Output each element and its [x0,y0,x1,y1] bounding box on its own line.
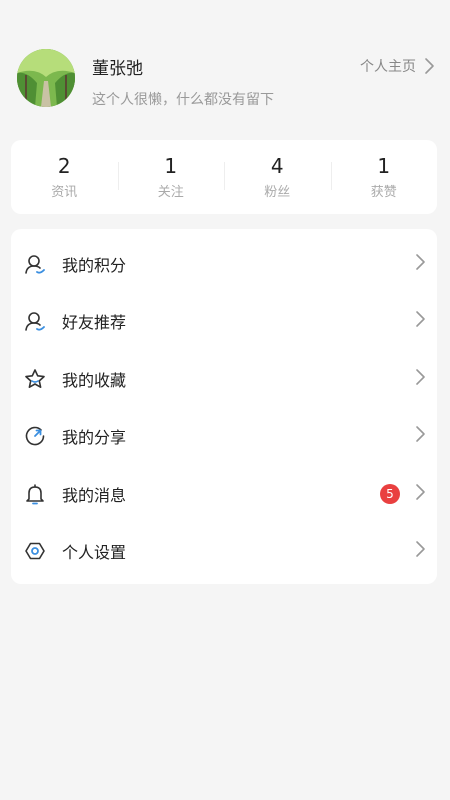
stats-card: 2 资讯 1 关注 4 粉丝 1 获赞 [11,140,437,214]
unread-badge: 5 [380,483,400,504]
avatar-image [17,49,75,107]
menu-item-messages[interactable]: 我的消息 5 [11,465,437,522]
star-icon [24,368,46,390]
menu-item-settings[interactable]: 个人设置 [11,522,437,579]
chevron-right-icon [413,367,427,391]
bell-icon [24,483,46,505]
points-icon [24,253,46,275]
stat-value: 1 [377,154,391,178]
menu-label: 好友推荐 [62,312,127,332]
stat-value: 2 [57,154,71,178]
menu-label: 我的积分 [62,255,127,275]
stat-label: 粉丝 [264,185,291,200]
chevron-right-icon [422,56,436,76]
chevron-right-icon [413,252,427,276]
chevron-right-icon [413,424,427,448]
stat-value: 1 [164,154,178,178]
menu-item-favorites[interactable]: 我的收藏 [11,350,437,407]
homepage-link[interactable]: 个人主页 [360,56,434,76]
menu-label: 个人设置 [62,542,127,562]
stat-following[interactable]: 1 关注 [117,140,225,214]
stat-label: 关注 [157,185,184,200]
share-icon [24,425,46,447]
menu-label: 我的消息 [62,485,127,505]
stat-value: 4 [270,154,284,178]
menu-label: 我的分享 [62,427,127,447]
menu-item-shares[interactable]: 我的分享 [11,407,437,464]
stat-likes[interactable]: 1 获赞 [330,140,438,214]
chevron-right-icon [413,539,427,563]
settings-icon [24,540,46,562]
menu-item-friends[interactable]: 好友推荐 [11,292,437,349]
stat-news[interactable]: 2 资讯 [11,140,118,214]
avatar[interactable] [17,49,75,107]
menu-label: 我的收藏 [62,370,127,390]
stat-label: 资讯 [51,185,78,200]
stat-followers[interactable]: 4 粉丝 [224,140,331,214]
chevron-right-icon [413,309,427,333]
chevron-right-icon [413,482,427,506]
homepage-label: 个人主页 [360,59,416,75]
friends-icon [24,310,46,332]
user-bio: 这个人很懒，什么都没有留下 [92,92,274,108]
username: 董张弛 [92,59,143,79]
menu-card: 我的积分 好友推荐 我的收藏 我的分享 我的消息 5 个人设置 [11,229,437,584]
stat-label: 获赞 [370,185,397,200]
profile-header: 董张弛 这个人很懒，什么都没有留下 个人主页 [0,0,450,140]
menu-item-points[interactable]: 我的积分 [11,235,437,292]
